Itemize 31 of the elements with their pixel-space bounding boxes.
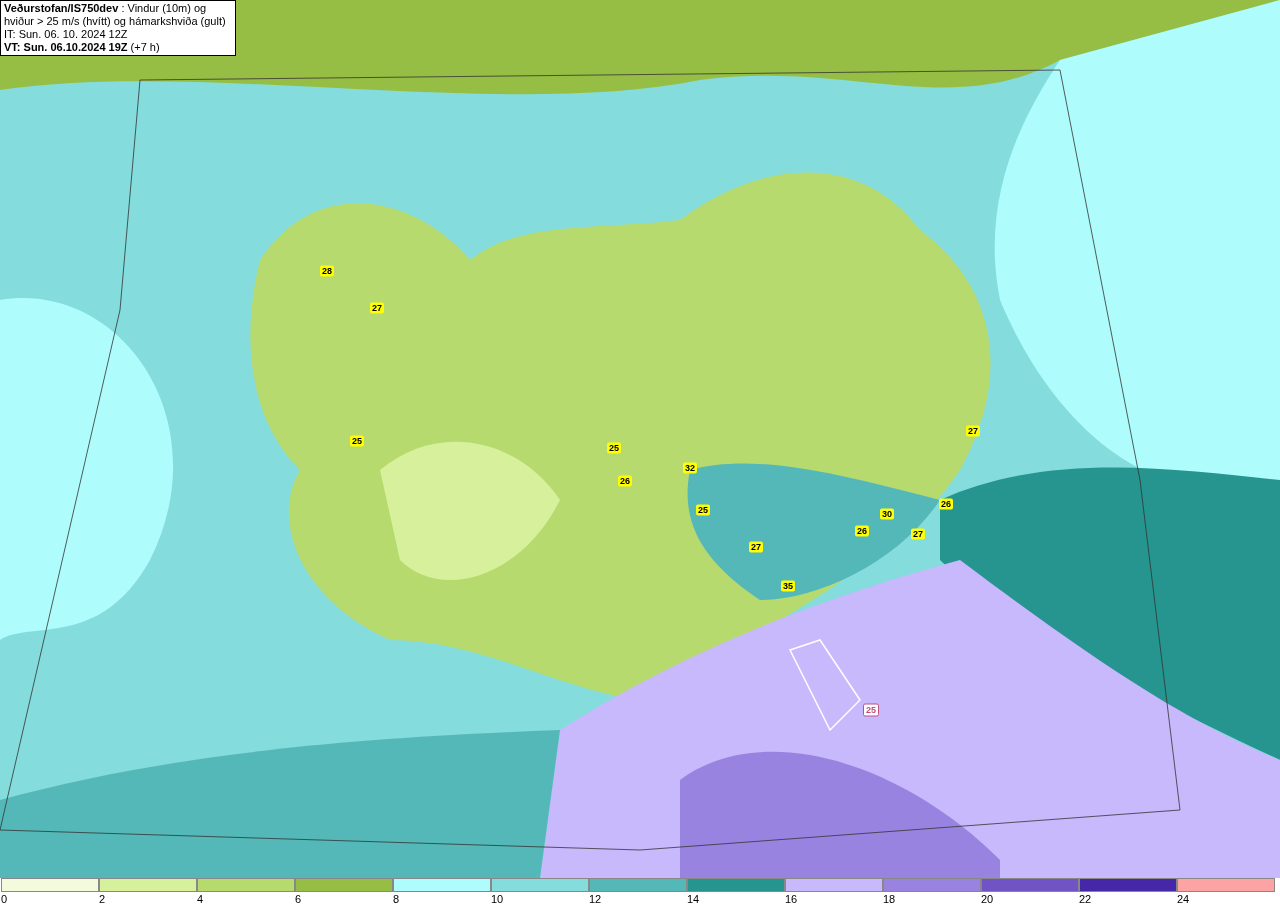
legend-tick-label: 16	[785, 892, 799, 906]
gust-value-label: 25	[350, 435, 364, 447]
legend-tick-label: 4	[197, 892, 205, 906]
gust-value-label: 25	[696, 504, 710, 516]
chart-description: Veðurstofan/IS750dev : Vindur (10m) og hviður > 25 m/s (hvítt) og hámarkshviða (gult)	[4, 2, 227, 28]
legend-tick-label: 18	[883, 892, 897, 906]
valid-time: VT: Sun. 06.10.2024 19Z (+7 h)	[4, 41, 161, 54]
gust-value-label: 27	[911, 528, 925, 540]
legend-tick-label: 20	[981, 892, 995, 906]
legend-tick-label: 24	[1177, 892, 1191, 906]
legend-tick-label: 22	[1079, 892, 1093, 906]
gust-value-label: 25	[863, 703, 879, 717]
gust-value-label: 27	[749, 541, 763, 553]
gust-value-label: 35	[781, 580, 795, 592]
issue-time: IT: Sun. 06. 10. 2024 12Z	[4, 28, 129, 41]
gust-value-label: 27	[370, 302, 384, 314]
gust-value-label: 27	[966, 425, 980, 437]
gust-value-label: 28	[320, 265, 334, 277]
legend-tick-label: 8	[393, 892, 401, 906]
gust-value-label: 26	[855, 525, 869, 537]
gust-value-label: 30	[880, 508, 894, 520]
legend-tick-label: 2	[99, 892, 107, 906]
legend-tick-label: 14	[687, 892, 701, 906]
gust-value-label: 26	[618, 475, 632, 487]
gust-value-label: 32	[683, 462, 697, 474]
gust-value-label: 26	[939, 498, 953, 510]
gust-value-label: 25	[607, 442, 621, 454]
legend-tick-label: 10	[491, 892, 505, 906]
legend-tick-label: 0	[1, 892, 9, 906]
legend-tick-label: 12	[589, 892, 603, 906]
legend-tick-label: 6	[295, 892, 303, 906]
